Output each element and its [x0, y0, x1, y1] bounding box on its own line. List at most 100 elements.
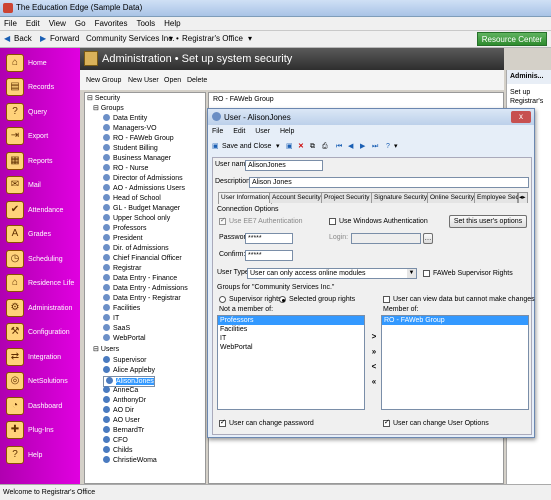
tree-user[interactable]: BernardTr [103, 426, 144, 436]
tree-user[interactable]: CFO [103, 436, 128, 446]
tab-user-information[interactable]: User Information [218, 192, 273, 204]
password-field[interactable]: ***** [245, 233, 293, 244]
tree-group[interactable]: IT [103, 314, 119, 324]
sidebar-item-records[interactable]: ▤ Records [0, 76, 80, 100]
dialog-menu-user[interactable]: User [255, 128, 270, 135]
tree-user[interactable]: AnthonyDr [103, 396, 146, 406]
org-chevron-icon[interactable]: ▾ [169, 34, 173, 43]
new-user-button[interactable]: New User [128, 77, 159, 84]
tree-node-groups[interactable]: ⊟ Groups [93, 104, 124, 114]
tab-scroll-icon[interactable]: ◂▸ [518, 192, 528, 203]
sidebar-item-help[interactable]: ? Help [0, 444, 80, 468]
right-panel-link[interactable]: Set up Registrar's [510, 88, 550, 106]
menu-help[interactable]: Help [160, 17, 185, 28]
first-record-icon[interactable]: ⏮ [336, 140, 342, 154]
sidebar-item-integration[interactable]: ⇄ Integration [0, 346, 80, 370]
sidebar-item-query[interactable]: ? Query [0, 101, 80, 125]
expand-icon[interactable]: ⊟ [93, 346, 99, 353]
use-ee7-checkbox[interactable] [219, 216, 226, 225]
tab-project-security[interactable]: Project Security [321, 192, 373, 203]
help-icon[interactable]: ? [386, 140, 390, 154]
expand-icon[interactable]: ⊟ [87, 95, 93, 102]
menu-file[interactable]: File [0, 17, 22, 28]
faweb-rights-checkbox[interactable] [423, 270, 430, 277]
list-item[interactable]: Facilities [218, 325, 364, 334]
tree-group[interactable]: Director of Admissions [103, 174, 183, 184]
chevron-down-icon[interactable]: ▾ [394, 140, 398, 154]
tree-group[interactable]: Data Entry - Finance [103, 274, 177, 284]
tree-group[interactable]: Data Entry - Registrar [103, 294, 181, 304]
print-icon[interactable]: ⎙ [322, 140, 328, 154]
sidebar-item-mail[interactable]: ✉ Mail [0, 174, 80, 198]
tree-group[interactable]: AO - Admissions Users [103, 184, 185, 194]
chevron-down-icon[interactable]: ▼ [407, 269, 416, 278]
open-button[interactable]: Open [164, 77, 181, 84]
copy-icon[interactable]: ⧉ [310, 140, 315, 154]
tree-group[interactable]: Data Entry - Admissions [103, 284, 188, 294]
chevron-down-icon[interactable]: ▾ [276, 140, 280, 154]
tree-group[interactable]: Registrar [103, 264, 141, 274]
sidebar-item-attendance[interactable]: ✔ Attendance [0, 199, 80, 223]
tree-group[interactable]: RO - FAWeb Group [103, 134, 174, 144]
tree-group[interactable]: GL - Budget Manager [103, 204, 180, 214]
tab-employee-security[interactable]: Employee Securi [474, 192, 526, 203]
last-record-icon[interactable]: ⏭ [372, 140, 378, 154]
dialog-menu-file[interactable]: File [212, 128, 223, 135]
save-close-button[interactable]: Save and Close [222, 140, 271, 154]
remove-button[interactable]: < [367, 361, 381, 372]
tree-user[interactable]: AnneCa [103, 386, 138, 396]
selected-rights-radio[interactable] [279, 296, 286, 303]
sidebar-item-grades[interactable]: A Grades [0, 223, 80, 247]
forward-arrow-icon[interactable]: ▶ [40, 34, 46, 43]
dialog-title-bar[interactable]: User - AlisonJones x [208, 109, 534, 125]
username-field[interactable]: AlisonJones [245, 160, 323, 171]
menu-tools[interactable]: Tools [132, 17, 160, 28]
add-button[interactable]: > [367, 331, 381, 342]
expand-icon[interactable]: ⊟ [93, 105, 99, 112]
tree-user[interactable]: AO Dir [103, 406, 134, 416]
tree-group[interactable]: Upper School only [103, 214, 170, 224]
login-field[interactable] [351, 233, 421, 244]
tab-signature-security[interactable]: Signature Security [371, 192, 431, 203]
tree-group[interactable]: Student Billing [103, 144, 158, 154]
new-group-button[interactable]: New Group [86, 77, 121, 84]
menu-favorites[interactable]: Favorites [91, 17, 133, 28]
remove-all-button[interactable]: « [367, 376, 381, 387]
office-dropdown[interactable]: Registrar's Office [182, 34, 243, 43]
forward-button[interactable]: Forward [50, 34, 79, 43]
add-all-button[interactable]: » [367, 346, 381, 357]
menu-edit[interactable]: Edit [22, 17, 45, 28]
tree-group[interactable]: Facilities [103, 304, 140, 314]
view-only-checkbox[interactable] [383, 296, 390, 303]
user-type-select[interactable]: User can only access online modules ▼ [247, 268, 417, 279]
tree-user[interactable]: Alice Appleby [103, 366, 155, 376]
supervisor-rights-radio[interactable] [219, 296, 226, 303]
tree-group[interactable]: President [103, 234, 143, 244]
sidebar-item-residence-life[interactable]: ⌂ Residence Life [0, 272, 80, 296]
browse-button[interactable]: … [423, 233, 433, 244]
set-user-options-button[interactable]: Set this user's options [449, 215, 527, 228]
back-button[interactable]: Back [14, 34, 32, 43]
tree-root-security[interactable]: ⊟ Security [87, 94, 120, 104]
menu-go[interactable]: Go [71, 17, 91, 28]
list-item[interactable]: IT [218, 334, 364, 343]
tree-group[interactable]: Dir. of Admissions [103, 244, 169, 254]
list-item[interactable]: WebPortal [218, 343, 364, 352]
office-chevron-icon[interactable]: ▾ [248, 34, 252, 43]
tree-group[interactable]: Head of School [103, 194, 161, 204]
close-button[interactable]: x [511, 111, 531, 123]
tree-user[interactable]: AO User [103, 416, 140, 426]
org-dropdown[interactable]: Community Services Inc. [86, 34, 174, 43]
description-field[interactable]: Alison Jones [249, 177, 529, 188]
use-windows-auth-checkbox[interactable] [329, 218, 336, 225]
tree-node-users[interactable]: ⊟ Users [93, 345, 119, 355]
tree-group[interactable]: RO - Nurse [103, 164, 148, 174]
change-password-checkbox[interactable] [219, 418, 226, 427]
tree-group[interactable]: Business Manager [103, 154, 171, 164]
sidebar-item-export[interactable]: ⇥ Export [0, 125, 80, 149]
not-member-list[interactable]: Professors Facilities IT WebPortal [217, 315, 365, 410]
list-item[interactable]: RO - FAWeb Group [382, 316, 528, 325]
confirm-field[interactable]: ***** [245, 250, 293, 261]
list-item[interactable]: Professors [218, 316, 364, 325]
sidebar-item-home[interactable]: ⌂ Home [0, 52, 80, 76]
